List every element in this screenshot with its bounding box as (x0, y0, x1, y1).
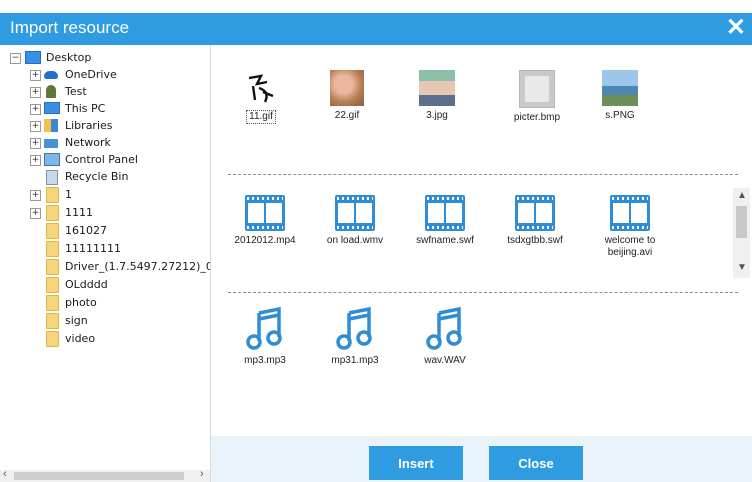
item-caption: 11.gif (246, 110, 276, 124)
tree-item-label: 11111111 (65, 242, 121, 255)
libraries-icon (44, 119, 58, 132)
image-thumbnail (602, 70, 638, 106)
scroll-down-icon[interactable]: ▼ (737, 262, 747, 273)
tree-item-label: Test (65, 85, 87, 98)
scrollbar-thumb[interactable] (736, 206, 747, 238)
tree-item-label: Libraries (65, 119, 113, 132)
scroll-up-icon[interactable]: ▲ (737, 190, 747, 201)
video-file-icon (425, 195, 465, 231)
folder-icon (46, 277, 59, 293)
music-note-icon (335, 305, 375, 351)
title-bar: Import resource ✕ (0, 13, 752, 45)
resource-item[interactable]: wav.WAV (408, 305, 482, 367)
item-caption: 2012012.mp4 (234, 235, 296, 246)
image-thumbnail (330, 70, 364, 106)
resource-item[interactable]: s.PNG (583, 70, 657, 122)
video-file-icon (335, 195, 375, 231)
cloud-icon (44, 71, 58, 79)
item-caption: 3.jpg (426, 110, 448, 121)
tree-item-label: Desktop (46, 51, 92, 64)
tree-item-label: Recycle Bin (65, 170, 129, 183)
scrollbar-thumb[interactable] (14, 472, 184, 480)
image-thumbnail (419, 70, 455, 106)
folder-icon (46, 223, 59, 239)
resource-item[interactable]: mp3.mp3 (228, 305, 302, 367)
window-title: Import resource (10, 18, 130, 37)
image-thumbnail (519, 70, 555, 108)
item-caption: mp31.mp3 (331, 355, 379, 366)
control-panel-icon (44, 153, 60, 166)
resource-item[interactable]: mp31.mp3 (318, 305, 392, 367)
user-icon (46, 85, 56, 98)
music-note-icon (245, 305, 285, 351)
vertical-scrollbar[interactable]: ▲ ▼ (733, 188, 750, 278)
tree-item-label: Driver_(1.7.5497.27212)_01_IF (65, 260, 211, 273)
expand-icon[interactable]: + (30, 155, 41, 166)
video-file-icon (610, 195, 650, 231)
expand-icon[interactable]: + (30, 87, 41, 98)
item-caption: wav.WAV (424, 355, 466, 366)
close-icon[interactable]: ✕ (726, 15, 746, 41)
video-file-icon (245, 195, 285, 231)
tree-item-label: OLdddd (65, 278, 108, 291)
item-caption: 22.gif (334, 110, 360, 121)
resource-item[interactable]: 3.jpg (400, 70, 474, 122)
sidebar-horizontal-scrollbar[interactable]: ‹ › (0, 468, 210, 482)
expand-icon[interactable]: + (30, 121, 41, 132)
network-icon (44, 139, 58, 148)
folder-icon (46, 331, 59, 347)
tree-item-label: video (65, 332, 96, 345)
video-file-icon (515, 195, 555, 231)
resource-item[interactable]: 11.gif (224, 70, 298, 124)
expand-icon[interactable]: + (30, 138, 41, 149)
computer-icon (44, 102, 60, 114)
section-divider (228, 292, 738, 293)
item-caption: welcome to beijing.avi (604, 235, 656, 258)
tree-item-label: 161027 (65, 224, 107, 237)
music-note-icon (425, 305, 465, 351)
scroll-left-icon[interactable]: ‹ (3, 468, 7, 480)
tree-item-label: 1 (65, 188, 72, 201)
resource-item[interactable]: 2012012.mp4 (228, 195, 302, 247)
section-divider (228, 174, 738, 175)
tree-item-label: sign (65, 314, 88, 327)
action-bar (211, 436, 752, 482)
folder-icon (46, 205, 59, 221)
item-caption: on load.wmv (326, 235, 384, 246)
item-caption: swfname.swf (416, 235, 474, 246)
item-caption: mp3.mp3 (244, 355, 286, 366)
expand-icon[interactable]: + (30, 104, 41, 115)
resource-item[interactable]: welcome to beijing.avi (588, 195, 672, 259)
expand-icon[interactable]: + (30, 70, 41, 81)
folder-icon (46, 187, 59, 203)
folder-icon (46, 295, 59, 311)
folder-icon (46, 259, 59, 275)
close-button[interactable]: Close (489, 446, 583, 480)
item-caption: s.PNG (605, 110, 635, 121)
item-caption: tsdxgtbb.swf (507, 235, 563, 246)
expand-icon[interactable]: + (30, 208, 41, 219)
resource-item[interactable]: tsdxgtbb.swf (498, 195, 572, 247)
folder-icon (46, 241, 59, 257)
scroll-right-icon[interactable]: › (200, 468, 204, 480)
resource-item[interactable]: on load.wmv (318, 195, 392, 247)
resource-item[interactable]: picter.bmp (500, 70, 574, 124)
folder-icon (46, 313, 59, 329)
resource-item[interactable]: swfname.swf (408, 195, 482, 247)
collapse-icon[interactable]: − (10, 53, 21, 64)
resource-item[interactable]: 22.gif (310, 70, 384, 122)
tree-item-label: This PC (65, 102, 106, 115)
tree-item-label: 1111 (65, 206, 93, 219)
tree-item-label: Control Panel (65, 153, 138, 166)
image-thumbnail (243, 70, 279, 106)
folder-tree: − Desktop + OneDrive + Test + This PC + … (0, 45, 211, 482)
insert-button[interactable]: Insert (369, 446, 463, 480)
item-caption: picter.bmp (513, 112, 561, 123)
recycle-bin-icon (46, 170, 58, 185)
tree-item-label: Network (65, 136, 111, 149)
tree-item-label: OneDrive (65, 68, 117, 81)
expand-icon[interactable]: + (30, 190, 41, 201)
desktop-icon (25, 51, 41, 64)
tree-item-label: photo (65, 296, 97, 309)
